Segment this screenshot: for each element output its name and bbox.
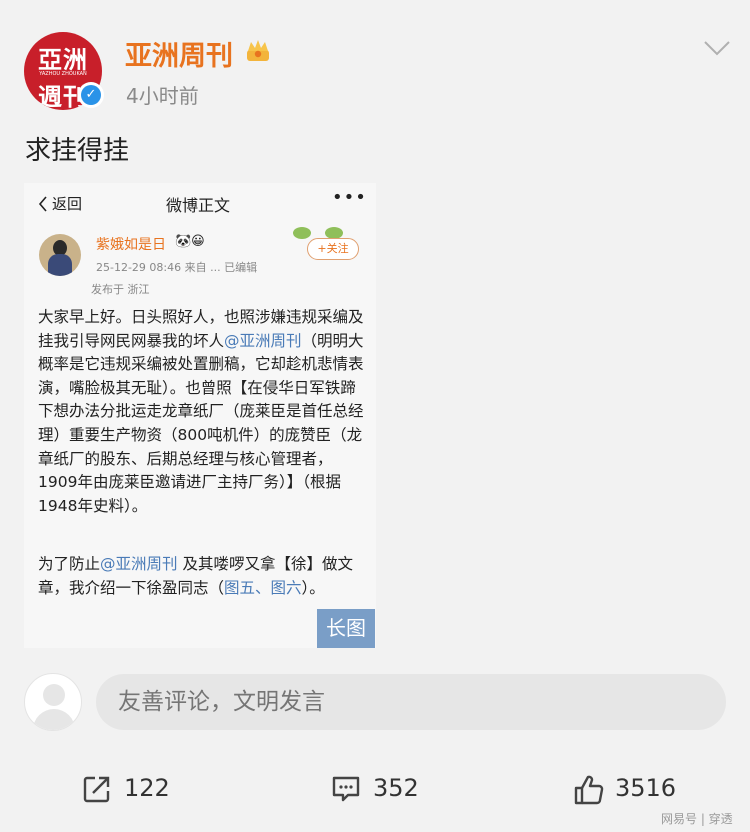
- current-user-avatar: [24, 673, 82, 731]
- verified-badge-icon: ✓: [78, 82, 104, 108]
- comment-bar: [0, 668, 750, 738]
- post-location: 发布于 浙江: [91, 283, 150, 296]
- screenshot-body-paragraph-2: 为了防止@亚洲周刊 及其喽啰又拿【徐】做文章，我介绍一下徐盈同志（图五、图六）。: [38, 553, 368, 600]
- post-text: 求挂得挂: [25, 136, 130, 166]
- image-reference-link: 图五、图六: [224, 578, 302, 597]
- like-count: 3516: [615, 774, 677, 802]
- post-time: 4小时前: [126, 84, 199, 108]
- comment-button[interactable]: 352: [331, 772, 431, 808]
- more-icon: •••: [332, 187, 367, 208]
- account-name[interactable]: 亚洲周刊: [125, 34, 233, 73]
- mention-link: @亚洲周刊: [224, 331, 302, 350]
- chevron-down-icon[interactable]: [703, 38, 731, 58]
- crown-icon: [247, 40, 269, 61]
- para2-text-a: 为了防止: [38, 555, 101, 573]
- mention-link: @亚洲周刊: [100, 555, 178, 573]
- post-meta: 25-12-29 08:46 来自 ... 已编辑: [96, 261, 258, 274]
- user-avatar: [39, 234, 81, 276]
- watermark: 网易号 | 穿透: [661, 812, 733, 826]
- user-name: 紫娥如是日: [96, 237, 166, 253]
- long-image-tag[interactable]: 长图: [317, 609, 375, 648]
- frog-sticker-icon: [293, 227, 343, 239]
- back-button: 返回: [38, 193, 82, 214]
- avatar-logo-top: 亞洲: [38, 46, 88, 74]
- like-button[interactable]: 3516: [573, 772, 693, 808]
- user-badges: 🐼😀: [175, 234, 205, 249]
- post-header: 亞洲 YAZHOU ZHOUKAN 週刊 ✓ 亚洲周刊 4小时前: [0, 0, 750, 120]
- screenshot-body-paragraph-1: 大家早上好。日头照好人，也照涉嫌违规采编及挂我引导网民网暴我的坏人@亚洲周刊（明…: [38, 306, 368, 518]
- thumbs-up-icon: [574, 775, 604, 805]
- back-label: 返回: [52, 195, 83, 213]
- para2-text-c: ）。: [301, 578, 325, 597]
- comment-input[interactable]: [96, 674, 726, 730]
- share-count: 122: [124, 774, 170, 802]
- chevron-left-icon: [38, 196, 47, 212]
- share-icon: [83, 776, 110, 803]
- comment-count: 352: [373, 774, 419, 802]
- action-bar: 122 352 3516: [0, 760, 750, 820]
- embedded-weibo-screenshot[interactable]: 返回 微博正文 ••• 紫娥如是日 🐼😀 25-12-29 08:46 来自 .…: [24, 183, 376, 648]
- follow-button: +关注: [307, 238, 359, 260]
- comment-icon: [332, 776, 360, 802]
- screenshot-title: 微博正文: [166, 196, 231, 215]
- para1-text-b: （明明大概率是它违规采编被处置删稿，它却趁机悲情表演，嘴脸极其无耻）。也曾照【在…: [38, 331, 364, 515]
- share-button[interactable]: 122: [82, 772, 182, 808]
